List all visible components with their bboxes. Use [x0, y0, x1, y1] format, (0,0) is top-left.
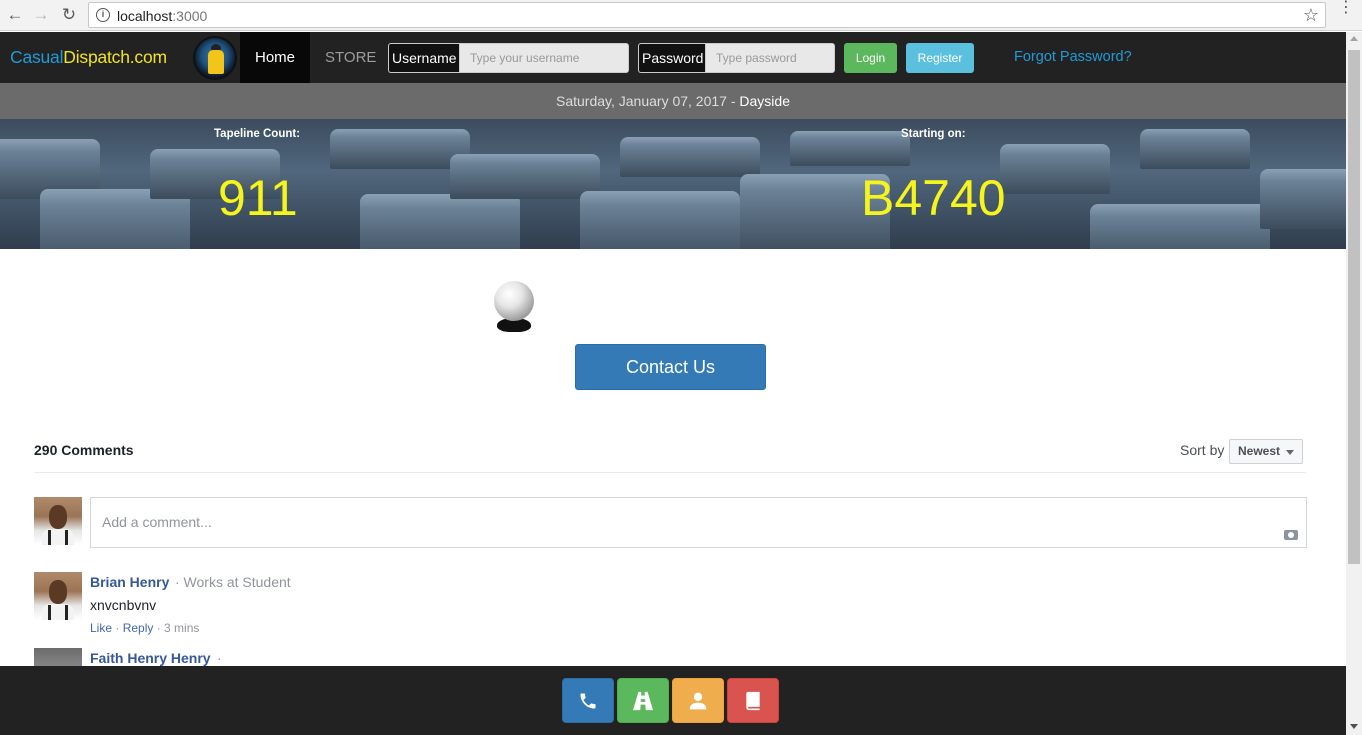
banner-block [580, 191, 740, 249]
tapeline-count-value: 911 [218, 170, 298, 226]
hero-banner: Tapeline Count: 911 Starting on: B4740 [0, 119, 1346, 249]
comment-author[interactable]: Brian Henry [90, 574, 169, 590]
login-button[interactable]: Login [844, 43, 897, 73]
scroll-up-icon[interactable] [1350, 36, 1358, 41]
camera-icon[interactable] [1284, 530, 1298, 540]
banner-block [1090, 204, 1270, 249]
nav-home[interactable]: Home [240, 32, 310, 83]
brand-name[interactable]: CasualDispatch.com [10, 47, 167, 68]
comments-count: 290 Comments [34, 442, 134, 458]
date-bar: Saturday, January 07, 2017 - Dayside [0, 83, 1346, 119]
comment-author-work: · Works at Student [175, 574, 291, 590]
username-input[interactable]: Type your username [459, 43, 629, 73]
comment-author[interactable]: Faith Henry Henry [90, 650, 211, 666]
like-link[interactable]: Like [90, 621, 112, 635]
crystal-ball-icon [492, 281, 536, 335]
page-scrollbar[interactable] [1346, 32, 1362, 735]
scroll-down-icon[interactable] [1350, 724, 1358, 729]
nav-store[interactable]: STORE [325, 32, 376, 83]
date-text: Saturday, January 07, 2017 - [555, 93, 740, 109]
logo-icon[interactable] [193, 36, 237, 80]
current-user-avatar [34, 497, 82, 545]
forward-icon[interactable]: → [30, 4, 52, 26]
caret-down-icon [1286, 450, 1294, 455]
bookmark-star-icon[interactable]: ☆ [1303, 5, 1319, 26]
phone-button[interactable] [562, 678, 614, 723]
comment-placeholder: Add a comment... [102, 514, 212, 530]
reload-icon[interactable]: ↻ [58, 4, 80, 26]
forgot-password-link[interactable]: Forgot Password? [1014, 32, 1132, 83]
info-icon[interactable]: i [96, 8, 110, 22]
phone-icon [580, 693, 596, 708]
user-icon [689, 692, 707, 709]
sort-value: Newest [1238, 444, 1281, 458]
book-button[interactable] [727, 678, 779, 723]
register-button[interactable]: Register [906, 43, 974, 73]
address-bar[interactable]: i localhost:3000 ☆ [88, 2, 1326, 28]
sort-select[interactable]: Newest [1229, 439, 1303, 464]
starting-on-value: B4740 [861, 170, 1006, 226]
sort-by-label: Sort by [1180, 442, 1225, 458]
url-text[interactable]: localhost:3000 [117, 8, 207, 24]
banner-block [620, 137, 760, 177]
shift-text: Dayside [739, 93, 790, 109]
banner-block [1000, 144, 1110, 194]
browser-toolbar: ← → ↻ i localhost:3000 ☆ ⋮ [0, 0, 1362, 31]
comments-divider [34, 472, 1306, 473]
banner-block [360, 194, 520, 249]
comment-actions: Like · Reply · 3 mins [90, 621, 200, 635]
banner-block [1140, 129, 1250, 169]
comment-time[interactable]: · 3 mins [157, 621, 200, 635]
reply-link[interactable]: Reply [123, 621, 154, 635]
banner-block [330, 129, 470, 169]
username-label: Username [388, 43, 460, 73]
password-label: Password [638, 43, 706, 73]
tapeline-count-label: Tapeline Count: [214, 128, 301, 140]
starting-on-label: Starting on: [901, 128, 966, 140]
comment-avatar[interactable] [34, 572, 82, 620]
browser-menu-icon[interactable]: ⋮ [1338, 0, 1354, 25]
scroll-thumb[interactable] [1348, 50, 1360, 564]
comment-input[interactable]: Add a comment... [90, 497, 1307, 548]
book-icon [746, 691, 760, 710]
road-icon [633, 691, 653, 710]
site-navbar: CasualDispatch.com Home STORE Username T… [0, 32, 1346, 83]
bottom-action-bar [0, 666, 1346, 735]
back-icon[interactable]: ← [4, 4, 26, 26]
contact-us-button[interactable]: Contact Us [575, 344, 766, 390]
banner-block [790, 131, 910, 166]
comment-author-work: · [217, 650, 222, 666]
road-button[interactable] [617, 678, 669, 723]
comment-text: xnvcnbvnv [90, 597, 157, 613]
banner-block [450, 154, 600, 199]
user-button[interactable] [672, 678, 724, 723]
banner-block [1260, 169, 1346, 229]
password-input[interactable]: Type password [705, 43, 835, 73]
